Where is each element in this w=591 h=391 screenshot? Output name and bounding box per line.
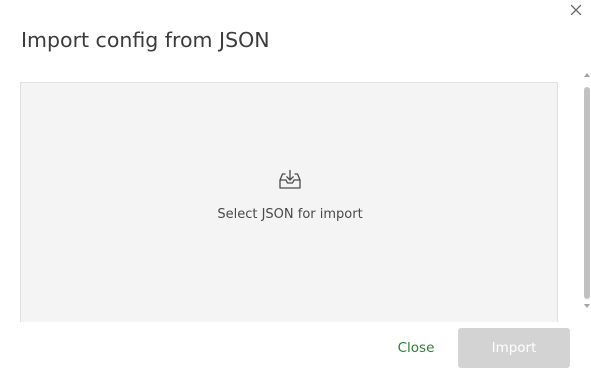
upload-icon bbox=[278, 169, 302, 191]
dropzone-label: Select JSON for import bbox=[217, 207, 363, 222]
scroll-down-arrow-icon[interactable] bbox=[584, 304, 590, 308]
import-config-dialog: Import config from JSON Select JSON for … bbox=[0, 0, 591, 391]
scroll-up-arrow-icon[interactable] bbox=[584, 73, 590, 77]
close-button[interactable]: Close bbox=[386, 334, 446, 362]
vertical-scrollbar[interactable] bbox=[583, 73, 591, 313]
dialog-title: Import config from JSON bbox=[21, 28, 270, 52]
json-dropzone[interactable]: Select JSON for import bbox=[20, 82, 558, 322]
scrollbar-thumb[interactable] bbox=[584, 87, 590, 299]
close-icon[interactable] bbox=[568, 2, 584, 18]
import-button[interactable]: Import bbox=[458, 328, 570, 368]
